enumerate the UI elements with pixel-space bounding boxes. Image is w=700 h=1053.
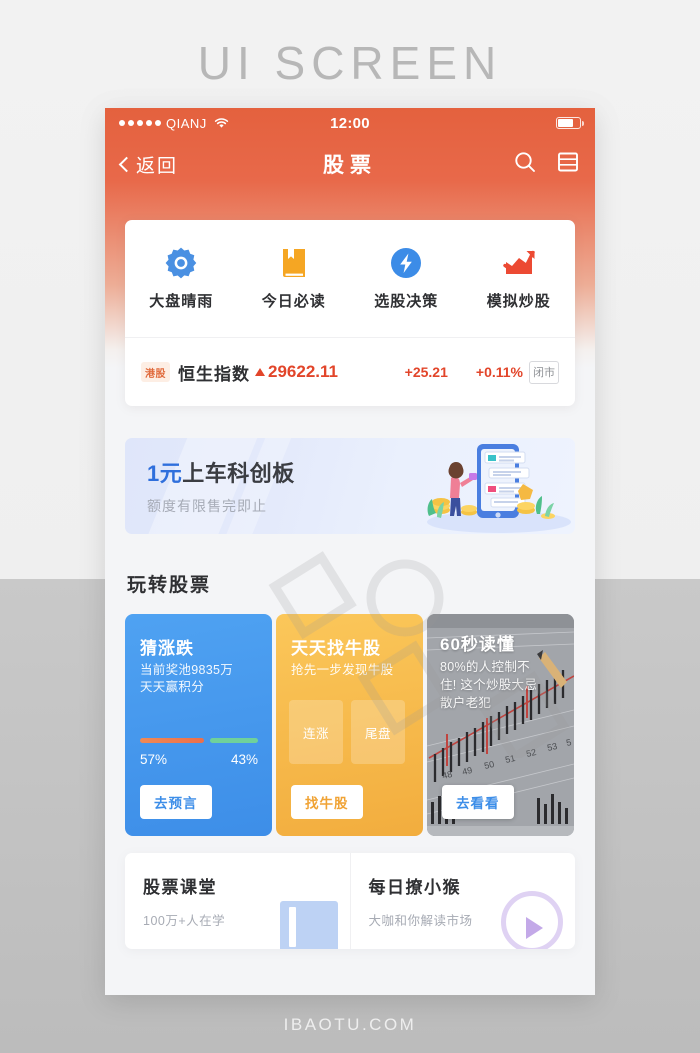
triangle-up-icon (255, 368, 265, 376)
feature-card-desc-line2: 天天赢积分 (140, 680, 205, 694)
banner-title-prefix: 1元 (147, 461, 183, 486)
index-name: 恒生指数 (178, 364, 250, 384)
search-icon[interactable] (513, 150, 537, 179)
sun-burst-icon (164, 246, 198, 280)
feature-card-sixty-second-read[interactable]: 48 49 50 51 52 53 5 60秒读懂 80%的人控制不 住! 这个… (427, 614, 574, 836)
book-icon (277, 246, 311, 280)
page-title: UI SCREEN (197, 37, 503, 89)
quick-entry-stock-picking[interactable]: 选股决策 (350, 246, 463, 311)
index-percent: +0.11% (475, 364, 523, 380)
status-bar-left: QIANJ (119, 116, 229, 131)
bottom-card-daily-monkey[interactable]: 每日撩小猴 大咖和你解读市场 (349, 853, 576, 949)
quick-entry-row: 大盘晴雨 今日必读 选股决策 模拟炒股 (125, 220, 575, 337)
footer-watermark: IBAOTU.COM (283, 1015, 417, 1034)
quick-entry-simulated-trading[interactable]: 模拟炒股 (463, 246, 576, 311)
chip-closing-session[interactable]: 尾盘 (351, 700, 405, 764)
bottom-card-title: 股票课堂 (143, 878, 217, 897)
feature-card-row: 猜涨跌 当前奖池9835万 天天赢积分 57% 43% 去预言 天天找牛股 抢先… (125, 614, 578, 836)
find-bull-stock-button[interactable]: 找牛股 (291, 785, 363, 819)
feature-card-desc-line1: 当前奖池9835万 (140, 663, 234, 677)
sentiment-percent-labels: 57% 43% (140, 752, 258, 767)
status-bar-right (556, 117, 585, 129)
feature-card-desc: 抢先一步发现牛股 (291, 663, 394, 677)
feature-card-desc-line2: 住! 这个炒股大忌 (440, 678, 538, 692)
bottom-card-stock-classroom[interactable]: 股票课堂 100万+人在学 (125, 853, 350, 949)
page-root: UI SCREEN QIANJ 12:00 返回 股票 大盘晴雨 今日必读 选股… (0, 0, 700, 1053)
quick-entry-label: 选股决策 (374, 293, 439, 310)
feature-card-desc: 80%的人控制不 住! 这个炒股大忌 散户老犯 (440, 658, 564, 712)
quick-entry-label: 今日必读 (261, 293, 326, 310)
navbar-actions (513, 150, 579, 179)
signal-strength-icon (119, 120, 161, 126)
status-bar: QIANJ 12:00 (105, 108, 595, 138)
battery-icon (556, 117, 585, 129)
lightning-bolt-icon (389, 246, 423, 280)
predict-button[interactable]: 去预言 (140, 785, 212, 819)
bull-stock-chip-group: 连涨 尾盘 (289, 700, 405, 764)
sentiment-percent-up: 57% (140, 752, 168, 767)
feature-card-desc-line1: 80%的人控制不 (440, 660, 530, 674)
book-illustration (279, 901, 338, 949)
feature-card-title: 天天找牛股 (291, 639, 381, 658)
section-title: 玩转股票 (127, 575, 212, 596)
banner-title: 1元上车科创板 (147, 456, 295, 488)
feature-card-desc-line3: 散户老犯 (440, 696, 492, 710)
carrier-label: QIANJ (166, 115, 207, 131)
back-label: 返回 (136, 155, 179, 177)
phone-mockup: QIANJ 12:00 返回 股票 大盘晴雨 今日必读 选股决策 模拟炒股 港股… (105, 108, 595, 995)
market-tag-badge: 港股 (141, 362, 170, 382)
feature-card-desc: 当前奖池9835万 天天赢积分 (140, 662, 262, 696)
sentiment-percent-down: 43% (230, 752, 258, 767)
quick-entry-label: 大盘晴雨 (149, 293, 214, 310)
wifi-icon (214, 117, 229, 129)
index-change: +25.21 (404, 364, 448, 380)
index-value: 29622.11 (268, 362, 338, 381)
feature-card-title: 猜涨跌 (140, 639, 194, 658)
feature-card-guess-up-down[interactable]: 猜涨跌 当前奖池9835万 天天赢积分 57% 43% 去预言 (125, 614, 272, 836)
go-watch-button[interactable]: 去看看 (442, 785, 514, 819)
quick-entry-label: 模拟炒股 (486, 293, 551, 310)
sentiment-bar-up (140, 738, 204, 743)
sentiment-bar-down (210, 738, 258, 743)
index-ticker-row[interactable]: 港股 恒生指数 29622.11 +25.21 +0.11% 闭市 (125, 338, 575, 406)
feature-card-title: 60秒读懂 (440, 635, 515, 654)
bottom-card-row: 股票课堂 100万+人在学 每日撩小猴 大咖和你解读市场 (125, 853, 575, 949)
banner-subtitle: 额度有限售完即止 (147, 498, 267, 514)
banner-text-block: 1元上车科创板 额度有限售完即止 (147, 456, 295, 516)
woman-with-phone-and-coins-illustration (411, 438, 571, 534)
play-button-illustration (501, 891, 563, 949)
banner-title-rest: 上车科创板 (182, 461, 295, 486)
chevron-left-icon (118, 156, 135, 172)
market-status-badge: 闭市 (529, 360, 559, 384)
trend-up-chart-icon (502, 246, 536, 280)
sentiment-bars (140, 738, 258, 743)
quick-entry-must-read[interactable]: 今日必读 (238, 246, 351, 311)
quick-entry-card: 大盘晴雨 今日必读 选股决策 模拟炒股 港股 恒生指数 29622.11 +25… (125, 220, 575, 406)
promo-banner[interactable]: 1元上车科创板 额度有限售完即止 (125, 438, 575, 534)
list-menu-icon[interactable] (557, 151, 579, 178)
navigation-bar: 返回 股票 (105, 138, 595, 190)
chip-consecutive-rise[interactable]: 连涨 (289, 700, 343, 764)
quick-entry-market-weather[interactable]: 大盘晴雨 (125, 246, 238, 311)
back-button[interactable]: 返回 (118, 151, 179, 178)
feature-card-find-bull-stock[interactable]: 天天找牛股 抢先一步发现牛股 连涨 尾盘 找牛股 (276, 614, 423, 836)
